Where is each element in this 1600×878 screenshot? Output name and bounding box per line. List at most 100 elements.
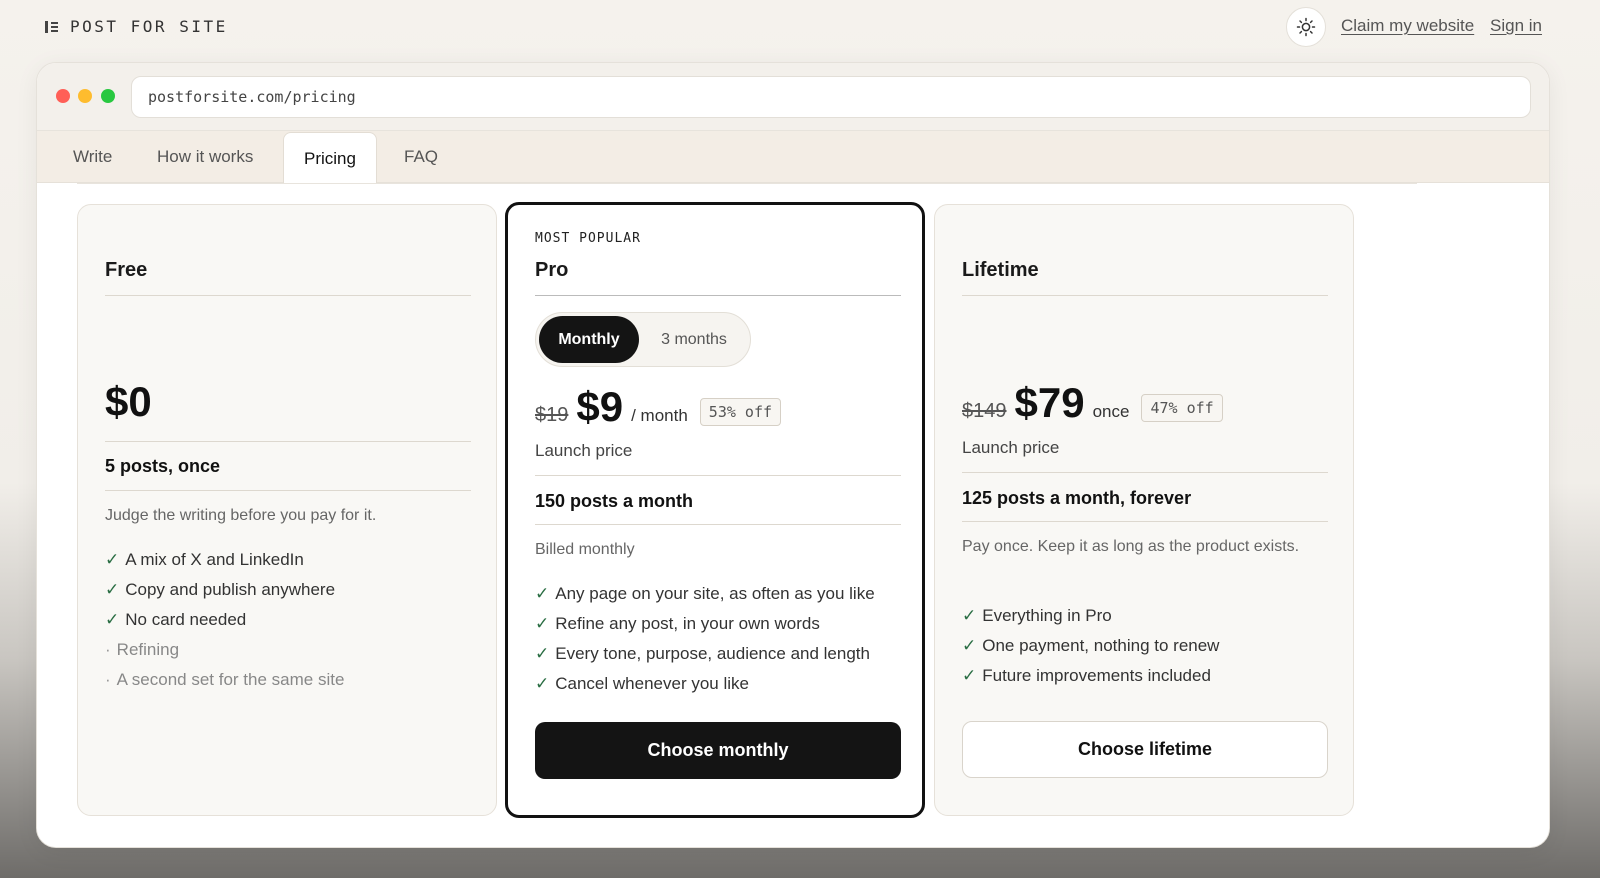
list-item: ✓ Everything in Pro	[962, 601, 1328, 631]
old-price: $19	[535, 404, 569, 426]
check-icon: ✓	[962, 666, 977, 685]
plan-card-pro: MOST POPULAR Pro Monthly 3 months $19 $9…	[505, 202, 925, 818]
divider	[962, 472, 1328, 473]
plan-quota: 150 posts a month	[535, 491, 694, 511]
check-icon: ✓	[105, 580, 120, 599]
check-icon: ✓	[105, 610, 120, 629]
toggle-monthly[interactable]: Monthly	[539, 316, 639, 363]
tab-how-it-works[interactable]: How it works	[157, 131, 253, 183]
plan-description: Pay once. Keep it as long as the product…	[962, 538, 1300, 555]
plan-name: Free	[105, 259, 148, 281]
brand[interactable]: POST FOR SITE	[44, 17, 228, 36]
plan-name: Lifetime	[962, 259, 1039, 281]
list-item: ✓ Copy and publish anywhere	[105, 575, 471, 605]
check-icon: ✓	[105, 550, 120, 569]
divider	[535, 295, 901, 296]
plan-card-free: Free $0 5 posts, once Judge the writing …	[77, 204, 497, 816]
bullet-icon: ·	[105, 640, 111, 659]
list-item: ✓ A mix of X and LinkedIn	[105, 545, 471, 575]
list-item: ✓ Refine any post, in your own words	[535, 609, 901, 639]
feature-list: ✓ A mix of X and LinkedIn ✓ Copy and publi…	[105, 545, 471, 695]
list-item: ✓ Future improvements included	[962, 661, 1328, 691]
feature-text: A second set for the same site	[116, 670, 345, 689]
plan-price: $9	[576, 383, 624, 430]
list-item: ✓ No card needed	[105, 605, 471, 635]
price-row: $149 $79 once 47% off	[962, 379, 1328, 427]
check-icon: ✓	[962, 606, 977, 625]
list-item: ✓ One payment, nothing to renew	[962, 631, 1328, 661]
divider	[77, 183, 1417, 184]
maximize-window-dot[interactable]	[101, 89, 115, 103]
divider	[535, 524, 901, 525]
divider	[962, 521, 1328, 522]
plan-price: $0	[105, 378, 152, 425]
choose-monthly-button[interactable]: Choose monthly	[535, 722, 901, 779]
feature-text: Everything in Pro	[982, 606, 1112, 625]
list-item: ✓ Any page on your site, as often as you …	[535, 579, 901, 609]
choose-lifetime-button[interactable]: Choose lifetime	[962, 721, 1328, 778]
list-item: ✓ Every tone, purpose, audience and lengt…	[535, 639, 901, 669]
feature-text: Copy and publish anywhere	[125, 580, 336, 599]
browser-window: postforsite.com/pricing Write How it wor…	[36, 62, 1550, 848]
claim-website-link[interactable]: Claim my website	[1341, 16, 1474, 36]
tab-faq[interactable]: FAQ	[404, 131, 438, 183]
old-price: $149	[962, 400, 1007, 422]
discount-badge: 53% off	[699, 398, 782, 426]
bullet-icon: ·	[105, 670, 111, 689]
address-bar[interactable]: postforsite.com/pricing	[131, 76, 1531, 118]
plan-quota: 5 posts, once	[105, 456, 221, 476]
list-item: · A second set for the same site	[105, 665, 471, 695]
theme-toggle-button[interactable]	[1286, 7, 1326, 47]
check-icon: ✓	[535, 584, 550, 603]
feature-text: Future improvements included	[982, 666, 1211, 685]
plan-price: $79	[1014, 379, 1085, 426]
logo-bars-icon	[44, 19, 60, 35]
divider	[962, 295, 1328, 296]
sign-in-link[interactable]: Sign in	[1490, 16, 1542, 36]
divider	[105, 295, 471, 296]
feature-list: ✓ Any page on your site, as often as you …	[535, 579, 901, 699]
close-window-dot[interactable]	[56, 89, 70, 103]
url-text: postforsite.com/pricing	[148, 88, 356, 106]
minimize-window-dot[interactable]	[78, 89, 92, 103]
launch-price-label: Launch price	[962, 438, 1060, 457]
plan-description: Judge the writing before you pay for it.	[105, 507, 377, 524]
feature-text: Every tone, purpose, audience and length	[555, 644, 870, 663]
most-popular-label: MOST POPULAR	[535, 231, 641, 246]
check-icon: ✓	[535, 674, 550, 693]
feature-text: A mix of X and LinkedIn	[125, 550, 304, 569]
plan-name: Pro	[535, 259, 569, 281]
discount-badge: 47% off	[1141, 394, 1223, 422]
feature-text: One payment, nothing to renew	[982, 636, 1220, 655]
plan-card-lifetime: Lifetime $149 $79 once 47% off Launch pr…	[934, 204, 1354, 816]
check-icon: ✓	[962, 636, 977, 655]
price-row: $19 $9 / month 53% off	[535, 383, 901, 431]
top-bar: POST FOR SITE Claim my website Sign in	[0, 0, 1600, 56]
tab-pricing[interactable]: Pricing	[283, 132, 377, 184]
browser-chrome: postforsite.com/pricing	[37, 63, 1549, 131]
site-nav-tabs: Write How it works Pricing FAQ	[37, 131, 1549, 184]
launch-price-label: Launch price	[535, 441, 633, 460]
sun-icon	[1296, 17, 1316, 37]
check-icon: ✓	[535, 614, 550, 633]
divider	[105, 441, 471, 442]
feature-text: Refining	[116, 640, 180, 659]
check-icon: ✓	[535, 644, 550, 663]
divider	[105, 490, 471, 491]
brand-name: POST FOR SITE	[70, 17, 228, 36]
price-unit: / month	[631, 406, 688, 425]
tab-write[interactable]: Write	[73, 131, 112, 183]
feature-text: Any page on your site, as often as you l…	[555, 584, 875, 603]
feature-text: Cancel whenever you like	[555, 674, 749, 693]
plan-quota: 125 posts a month, forever	[962, 488, 1192, 508]
divider	[535, 475, 901, 476]
list-item: · Refining	[105, 635, 471, 665]
toggle-3-months[interactable]: 3 months	[644, 316, 744, 363]
feature-text: No card needed	[125, 610, 247, 629]
price-unit: once	[1092, 402, 1130, 421]
pricing-section: Free $0 5 posts, once Judge the writing …	[37, 183, 1549, 847]
feature-text: Refine any post, in your own words	[555, 614, 820, 633]
feature-list: ✓ Everything in Pro ✓ One payment, nothing…	[962, 601, 1328, 691]
billing-period-toggle: Monthly 3 months	[535, 312, 751, 367]
plan-description: Billed monthly	[535, 541, 635, 558]
